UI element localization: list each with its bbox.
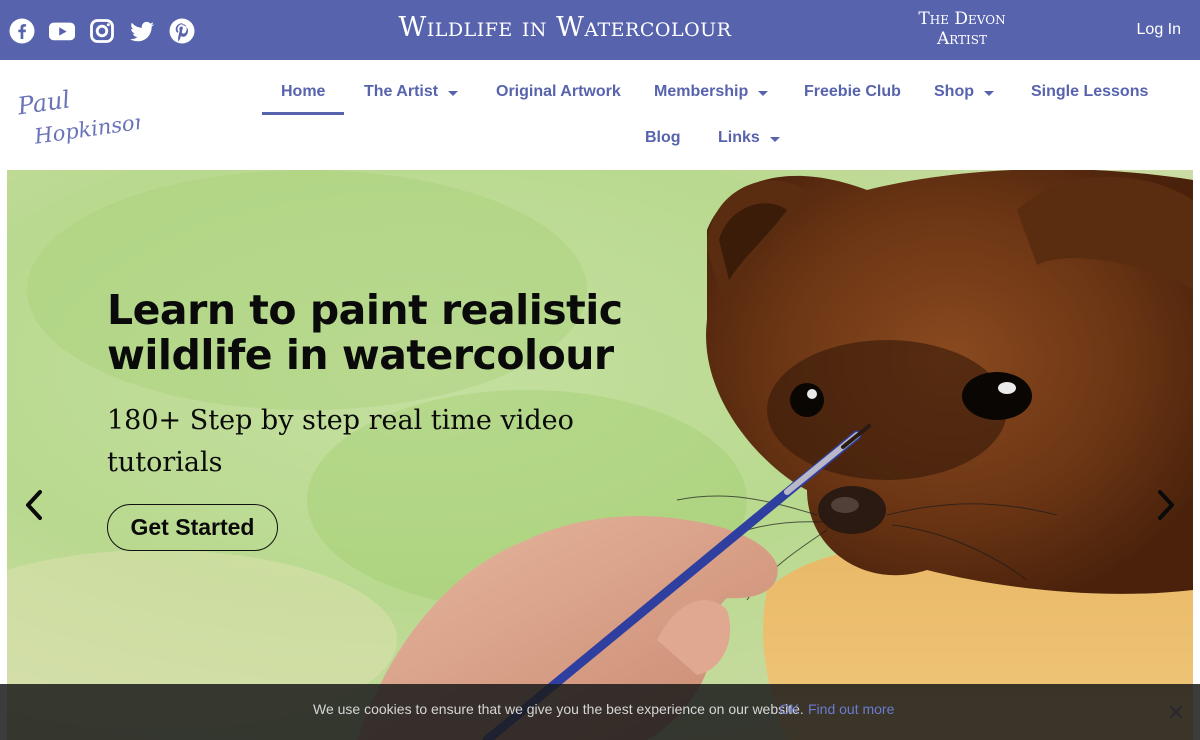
cookie-notice: We use cookies to ensure that we give yo… <box>0 684 1200 740</box>
caret-down-icon <box>758 90 769 96</box>
close-icon[interactable] <box>1168 704 1184 720</box>
hero-title: Learn to paint realistic wildlife in wat… <box>107 288 627 378</box>
nav-item-original-artwork[interactable]: Original Artwork <box>496 83 621 101</box>
nav-item-links[interactable]: Links <box>718 129 780 147</box>
hero-subtitle-line2: tutorials <box>107 447 223 478</box>
caret-down-icon <box>769 136 780 142</box>
nav-item-home[interactable]: Home <box>281 83 325 101</box>
nav-label-the-artist: The Artist <box>364 83 439 100</box>
nav-item-the-artist[interactable]: The Artist <box>364 83 459 101</box>
site-title[interactable]: Wildlife in Watercolour <box>330 12 800 43</box>
tagline-line2: Artist <box>936 29 988 49</box>
cookie-find-out-more-link[interactable]: Find out more <box>808 701 894 717</box>
nav-label-freebie-club: Freebie Club <box>804 83 901 100</box>
youtube-icon[interactable] <box>49 18 75 44</box>
caret-down-icon <box>448 90 459 96</box>
slider-next-button[interactable] <box>1153 488 1177 522</box>
nav-label-membership: Membership <box>654 83 749 100</box>
nav-label-single-lessons: Single Lessons <box>1031 83 1149 100</box>
active-nav-indicator <box>262 112 344 115</box>
top-bar: Wildlife in Watercolour The Devon Artist… <box>0 0 1200 60</box>
nav-item-freebie-club[interactable]: Freebie Club <box>804 83 901 101</box>
chevron-right-icon <box>1158 490 1174 520</box>
nav-label-blog: Blog <box>645 129 681 146</box>
hero-title-line1: Learn to paint realistic <box>107 286 623 334</box>
social-links <box>9 18 195 44</box>
pinterest-icon[interactable] <box>169 18 195 44</box>
nav-item-membership[interactable]: Membership <box>654 83 769 101</box>
nav-label-shop: Shop <box>934 83 974 100</box>
nav-item-single-lessons[interactable]: Single Lessons <box>1031 83 1148 101</box>
hero-title-line2: wildlife in watercolour <box>107 331 614 379</box>
hero-subtitle-line1: 180+ Step by step real time video <box>107 405 574 436</box>
logo-line1: Paul <box>16 86 72 121</box>
nav-label-home: Home <box>281 83 326 100</box>
artist-logo[interactable]: Paul Hopkinson <box>15 85 149 149</box>
get-started-button[interactable]: Get Started <box>107 504 278 551</box>
cookie-text: We use cookies to ensure that we give yo… <box>313 701 804 717</box>
nav-item-shop[interactable]: Shop <box>934 83 994 101</box>
devon-artist-tagline[interactable]: The Devon Artist <box>900 9 1024 49</box>
slider-prev-button[interactable] <box>23 488 47 522</box>
nav-label-original-artwork: Original Artwork <box>496 83 621 100</box>
facebook-icon[interactable] <box>9 18 35 44</box>
login-link[interactable]: Log In <box>1137 21 1181 39</box>
twitter-icon[interactable] <box>129 18 155 44</box>
cookie-ok-button[interactable]: OK <box>779 701 799 717</box>
hero-slider: Learn to paint realistic wildlife in wat… <box>7 170 1193 740</box>
caret-down-icon <box>984 90 994 96</box>
nav-label-links: Links <box>718 129 760 146</box>
nav-item-blog[interactable]: Blog <box>645 129 681 147</box>
chevron-left-icon <box>26 490 42 520</box>
tagline-line1: The Devon <box>918 9 1006 29</box>
hero-subtitle: 180+ Step by step real time video tutori… <box>107 400 607 484</box>
instagram-icon[interactable] <box>89 18 115 44</box>
